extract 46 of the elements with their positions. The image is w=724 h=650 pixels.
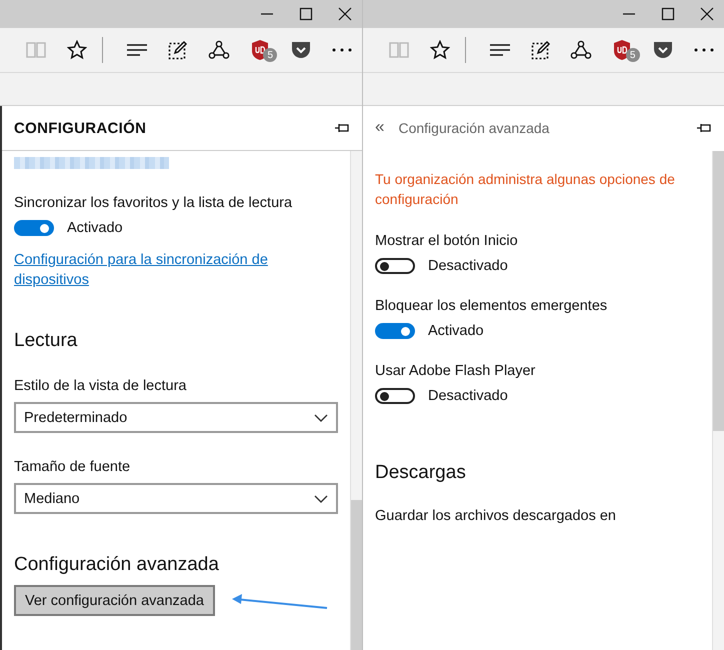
setting-label: Usar Adobe Flash Player xyxy=(375,363,536,379)
advanced-settings-button[interactable]: Ver configuración avanzada xyxy=(14,585,215,616)
menu-icon[interactable] xyxy=(126,43,148,57)
toggle-switch[interactable] xyxy=(375,323,415,339)
toggle-switch[interactable] xyxy=(375,388,415,404)
sync-settings-link[interactable]: Configuración para la sincronización de dispositivos xyxy=(14,250,338,290)
policy-notice: Tu organización administra algunas opciones de configuración xyxy=(375,170,676,209)
setting-label: Guardar los archivos descargados en xyxy=(375,508,617,524)
toggle-switch[interactable] xyxy=(14,220,54,236)
more-icon[interactable] xyxy=(694,48,714,52)
chevron-down-icon xyxy=(314,494,328,502)
more-icon[interactable] xyxy=(332,48,352,52)
setting-label: Sincronizar los favoritos y la lista de lectura xyxy=(14,195,294,211)
dropdown[interactable]: Mediano xyxy=(14,483,338,514)
section-heading: Lectura xyxy=(14,330,78,352)
close-icon[interactable] xyxy=(338,7,352,21)
toggle-label: Activado xyxy=(428,323,484,339)
toggle-label: Desactivado xyxy=(428,258,508,274)
toggle-label: Activado xyxy=(67,220,123,236)
maximize-icon[interactable] xyxy=(661,7,675,21)
setting-label: Bloquear los elementos emergentes xyxy=(375,298,608,314)
menu-icon[interactable] xyxy=(488,43,511,57)
chevron-down-icon xyxy=(314,414,328,422)
pencil-icon[interactable] xyxy=(530,40,551,60)
pin-icon[interactable] xyxy=(696,123,712,133)
toggle-label: Desactivado xyxy=(428,388,508,404)
setting-label: Tamaño de fuente xyxy=(14,459,132,475)
panel-title: CONFIGURACIÓN xyxy=(14,120,148,136)
share-icon[interactable] xyxy=(208,40,230,60)
pin-icon[interactable] xyxy=(334,123,350,133)
maximize-icon[interactable] xyxy=(299,7,313,21)
back-button[interactable]: « xyxy=(375,116,384,140)
section-heading: Descargas xyxy=(375,462,467,484)
panel-title: Configuración avanzada xyxy=(398,120,550,136)
setting-label: Mostrar el botón Inicio xyxy=(375,233,519,249)
close-icon[interactable] xyxy=(700,7,714,21)
setting-label: Estilo de la vista de lectura xyxy=(14,378,188,394)
share-icon[interactable] xyxy=(570,40,592,60)
pocket-icon[interactable] xyxy=(652,41,673,59)
dropdown[interactable]: Predeterminado xyxy=(14,402,338,433)
star-icon[interactable] xyxy=(67,40,88,60)
pocket-icon[interactable] xyxy=(290,41,311,59)
star-icon[interactable] xyxy=(430,40,450,60)
pencil-icon[interactable] xyxy=(168,40,188,60)
toggle-switch[interactable] xyxy=(375,258,415,274)
section-heading: Configuración avanzada xyxy=(14,554,220,576)
